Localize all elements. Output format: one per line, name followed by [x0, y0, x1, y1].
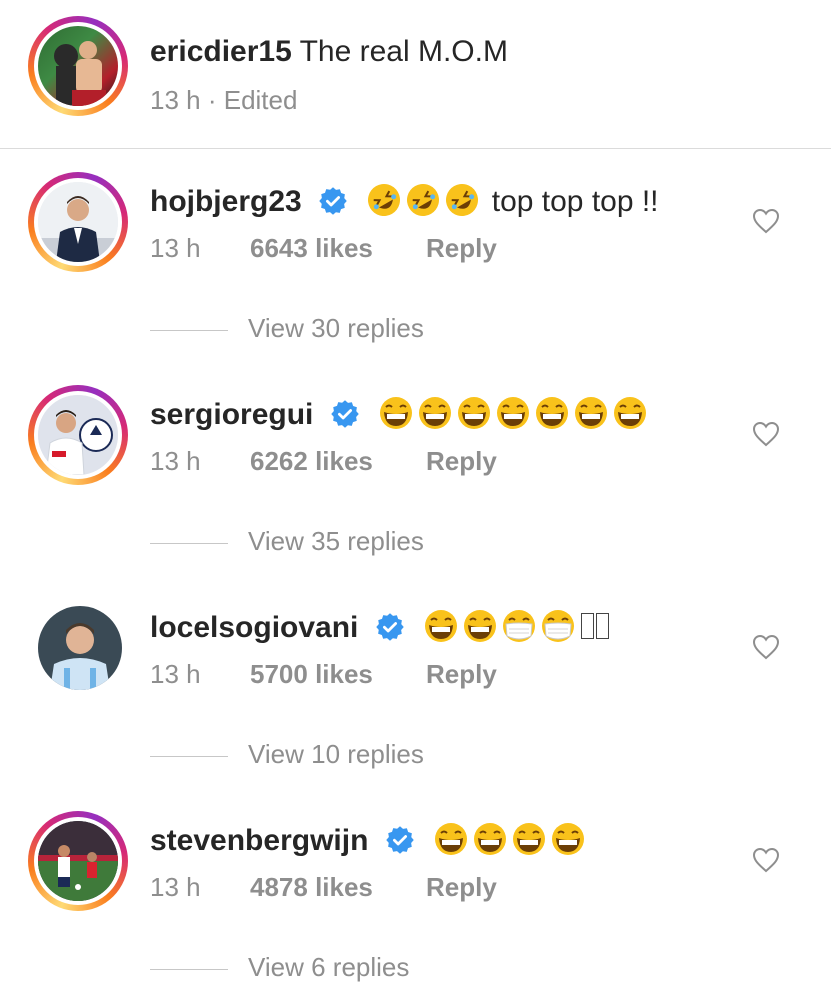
grinning-squinting-emoji-icon	[513, 823, 546, 855]
comment-username[interactable]: sergioregui	[150, 398, 313, 431]
view-replies-link[interactable]: View 35 replies	[150, 525, 424, 557]
like-heart-icon[interactable]	[752, 208, 780, 234]
comment-time: 13 h	[150, 659, 201, 689]
caption-time: 13 h	[150, 85, 201, 115]
divider	[150, 968, 228, 970]
grinning-squinting-emoji-icon	[575, 397, 608, 429]
verified-badge-icon	[375, 613, 404, 641]
caption-text: The real M.O.M	[299, 35, 508, 68]
grinning-squinting-emoji-icon	[425, 610, 458, 642]
divider	[150, 542, 228, 544]
reply-button[interactable]: Reply	[426, 871, 497, 903]
rolling-laughing-emoji-icon	[446, 184, 479, 216]
avatar[interactable]	[28, 16, 128, 116]
divider	[150, 329, 228, 331]
missing-glyph-icon	[581, 613, 595, 639]
view-replies-label[interactable]: View 35 replies	[248, 526, 424, 556]
avatar[interactable]	[28, 385, 128, 485]
reply-button[interactable]: Reply	[426, 658, 497, 690]
comment-likes[interactable]: 4878 likes	[250, 871, 373, 903]
like-heart-icon[interactable]	[752, 847, 780, 873]
reply-button[interactable]: Reply	[426, 232, 497, 264]
divider	[150, 755, 228, 757]
comment-likes[interactable]: 5700 likes	[250, 658, 373, 690]
comment-text: top top top !!	[491, 185, 659, 218]
like-heart-icon[interactable]	[752, 421, 780, 447]
comment-time: 13 h	[150, 872, 201, 902]
view-replies-label[interactable]: View 10 replies	[248, 739, 424, 769]
face-with-mask-emoji-icon	[503, 610, 536, 642]
grinning-squinting-emoji-icon	[380, 397, 413, 429]
caption-edited: · Edited	[207, 85, 298, 115]
view-replies-label[interactable]: View 6 replies	[248, 952, 409, 982]
caption-username[interactable]: ericdier15	[150, 35, 292, 68]
grinning-squinting-emoji-icon	[464, 610, 497, 642]
comment-item: locelsogiovani 13 h 5700 likes Reply Vie…	[0, 574, 831, 787]
view-replies-link[interactable]: View 10 replies	[150, 738, 424, 770]
comment-item: stevenbergwijn 13 h 4878 likes Reply Vie…	[0, 787, 831, 1000]
verified-badge-icon	[319, 187, 347, 215]
comment-username[interactable]: locelsogiovani	[150, 611, 358, 644]
rolling-laughing-emoji-icon	[368, 184, 401, 216]
comment-username[interactable]: hojbjerg23	[150, 185, 302, 218]
avatar[interactable]	[28, 172, 128, 272]
grinning-squinting-emoji-icon	[435, 823, 468, 855]
view-replies-link[interactable]: View 30 replies	[150, 312, 424, 344]
verified-badge-icon	[386, 826, 414, 854]
face-with-mask-emoji-icon	[542, 610, 575, 642]
grinning-squinting-emoji-icon	[552, 823, 585, 855]
grinning-squinting-emoji-icon	[458, 397, 491, 429]
grinning-squinting-emoji-icon	[536, 397, 569, 429]
avatar[interactable]	[38, 606, 122, 690]
comment-time: 13 h	[150, 233, 201, 263]
view-replies-label[interactable]: View 30 replies	[248, 313, 424, 343]
grinning-squinting-emoji-icon	[419, 397, 452, 429]
reply-button[interactable]: Reply	[426, 445, 497, 477]
comment-username[interactable]: stevenbergwijn	[150, 824, 368, 857]
comment-item: sergioregui 13 h 6262 likes Reply View 3…	[0, 361, 831, 574]
rolling-laughing-emoji-icon	[407, 184, 440, 216]
post-caption: ericdier15 The real M.O.M 13 h · Edited	[0, 0, 831, 149]
comment-likes[interactable]: 6643 likes	[250, 232, 373, 264]
grinning-squinting-emoji-icon	[614, 397, 647, 429]
comment-time: 13 h	[150, 446, 201, 476]
view-replies-link[interactable]: View 6 replies	[150, 951, 409, 983]
comment-item: hojbjerg23 top top top !! 13 h 6643 like…	[0, 148, 831, 361]
grinning-squinting-emoji-icon	[497, 397, 530, 429]
avatar[interactable]	[28, 811, 128, 911]
verified-badge-icon	[330, 400, 359, 428]
grinning-squinting-emoji-icon	[474, 823, 507, 855]
missing-glyph-icon	[596, 613, 610, 639]
comment-likes[interactable]: 6262 likes	[250, 445, 373, 477]
like-heart-icon[interactable]	[752, 634, 780, 660]
